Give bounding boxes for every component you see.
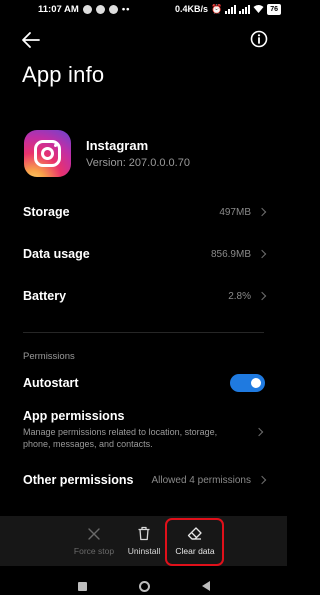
- storage-row[interactable]: Storage 497MB: [0, 193, 287, 231]
- permissions-section-label: Permissions: [23, 351, 75, 362]
- autostart-label: Autostart: [23, 376, 79, 390]
- other-permissions-label: Other permissions: [23, 473, 134, 487]
- back-nav-button[interactable]: [201, 581, 210, 591]
- home-button[interactable]: [138, 580, 150, 592]
- force-stop-button[interactable]: Force stop: [68, 516, 120, 566]
- page-title: App info: [22, 62, 105, 87]
- signal-icon: [225, 4, 237, 14]
- app-permissions-label: App permissions: [23, 409, 125, 423]
- status-time: 11:07 AM: [38, 3, 79, 15]
- system-navigation-bar: [0, 577, 287, 595]
- battery-icon: 76: [267, 3, 281, 15]
- autostart-row[interactable]: Autostart: [0, 364, 287, 402]
- back-button[interactable]: [20, 30, 42, 50]
- bottom-action-bar: Force stop Uninstall Clear data: [0, 516, 287, 566]
- status-bar: 11:07 AM •• 0.4KB/s ⏰ 76: [0, 0, 287, 18]
- top-bar: [0, 28, 287, 52]
- chevron-right-icon: [257, 207, 267, 217]
- data-usage-row[interactable]: Data usage 856.9MB: [0, 235, 287, 273]
- network-speed: 0.4KB/s: [174, 4, 208, 14]
- uninstall-button[interactable]: Uninstall: [121, 516, 167, 566]
- notification-icon: [95, 4, 105, 14]
- trash-icon: [138, 526, 150, 541]
- force-stop-label: Force stop: [73, 545, 115, 556]
- app-version: Version: 207.0.0.0.70: [86, 157, 190, 169]
- battery-label: Battery: [23, 289, 67, 303]
- uninstall-label: Uninstall: [127, 546, 161, 556]
- notification-icon: [82, 4, 92, 14]
- chevron-right-icon: [257, 291, 267, 301]
- clear-data-highlight: [165, 518, 224, 566]
- instagram-app-icon: [24, 130, 71, 177]
- info-icon: [250, 30, 268, 48]
- other-permissions-row[interactable]: Other permissions Allowed 4 permissions: [0, 461, 287, 499]
- more-notifications-icon: ••: [121, 3, 131, 15]
- back-arrow-icon: [22, 32, 40, 48]
- close-icon: [88, 527, 100, 540]
- chevron-right-icon: [257, 249, 267, 259]
- data-usage-label: Data usage: [23, 247, 90, 261]
- other-permissions-value: Allowed 4 permissions: [151, 474, 252, 486]
- wifi-icon: [253, 4, 264, 15]
- chevron-right-icon: [257, 475, 267, 485]
- section-divider: [23, 332, 264, 333]
- storage-label: Storage: [23, 205, 70, 219]
- chevron-right-icon: [254, 427, 264, 437]
- recents-button[interactable]: [77, 581, 87, 591]
- data-usage-value: 856.9MB: [210, 248, 251, 260]
- app-permissions-description: Manage permissions related to location, …: [23, 427, 218, 449]
- autostart-toggle[interactable]: [230, 374, 265, 392]
- battery-row[interactable]: Battery 2.8%: [0, 277, 287, 315]
- alarm-icon: ⏰: [210, 3, 223, 14]
- app-name: Instagram: [86, 138, 149, 153]
- storage-value: 497MB: [219, 206, 251, 218]
- app-permissions-row[interactable]: App permissions Manage permissions relat…: [23, 409, 264, 450]
- notification-icon: [108, 4, 118, 14]
- signal-icon: [239, 4, 251, 14]
- battery-value: 2.8%: [228, 290, 251, 302]
- info-button[interactable]: [249, 29, 269, 49]
